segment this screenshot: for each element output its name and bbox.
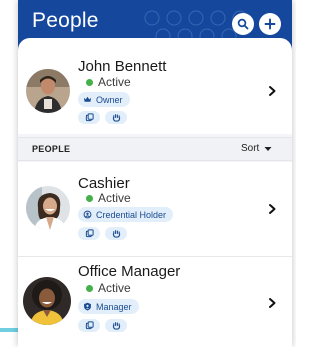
avatar [26,186,70,230]
credential-icon [83,210,92,219]
badge-icon [85,321,94,330]
status-indicator: Active [86,281,131,295]
status-indicator: Active [86,75,131,89]
add-person-button[interactable] [259,13,281,35]
active-dot-icon [86,284,93,292]
sort-label: Sort [241,143,260,154]
badge-chip [78,227,100,240]
list-item[interactable]: Office Manager Active Manager [18,257,292,347]
current-user-row[interactable]: John Bennett Active Owner [18,38,292,134]
crown-icon [83,96,92,102]
app-window: People John Bennett Active Owner PEOPLE … [18,0,292,347]
avatar [26,69,70,113]
chevron-right-icon[interactable] [266,85,278,97]
chevron-right-icon[interactable] [266,203,278,215]
person-name: Office Manager [78,263,181,280]
role-badge: Manager [78,299,139,314]
active-dot-icon [86,194,93,202]
people-section-header: PEOPLE Sort [18,137,292,161]
hand-chip [105,111,127,124]
hand-chip [105,227,127,240]
page-title: People [32,9,99,32]
role-label: Owner [96,94,123,105]
badge-icon [85,113,94,122]
status-text: Active [98,281,131,295]
status-text: Active [98,191,131,205]
current-user-card[interactable]: John Bennett Active Owner [18,38,292,134]
add-icon [264,18,276,30]
hand-icon [112,114,120,122]
search-icon [237,18,249,30]
hand-icon [112,230,120,238]
role-label: Credential Holder [96,209,167,220]
list-item[interactable]: Cashier Active Credential Holder [18,162,292,258]
badge-chip [78,319,100,332]
status-indicator: Active [86,191,131,205]
role-label: Manager [96,301,132,312]
people-list: Cashier Active Credential Holder Office … [18,162,292,347]
active-dot-icon [86,78,93,86]
chevron-right-icon[interactable] [266,297,278,309]
avatar [23,277,71,325]
hand-icon [112,322,120,330]
chevron-down-icon [264,146,272,151]
badge-chip [78,111,100,124]
role-badge: Credential Holder [78,207,174,222]
manager-icon [84,302,91,311]
badge-icon [85,229,94,238]
role-badge: Owner [78,92,130,107]
hand-chip [105,319,127,332]
sort-dropdown[interactable]: Sort [241,143,272,154]
screen: People John Bennett Active Owner PEOPLE … [0,0,296,347]
search-button[interactable] [232,13,254,35]
status-text: Active [98,75,131,89]
person-name: Cashier [78,175,130,192]
person-name: John Bennett [78,58,167,75]
section-label: PEOPLE [32,144,71,154]
